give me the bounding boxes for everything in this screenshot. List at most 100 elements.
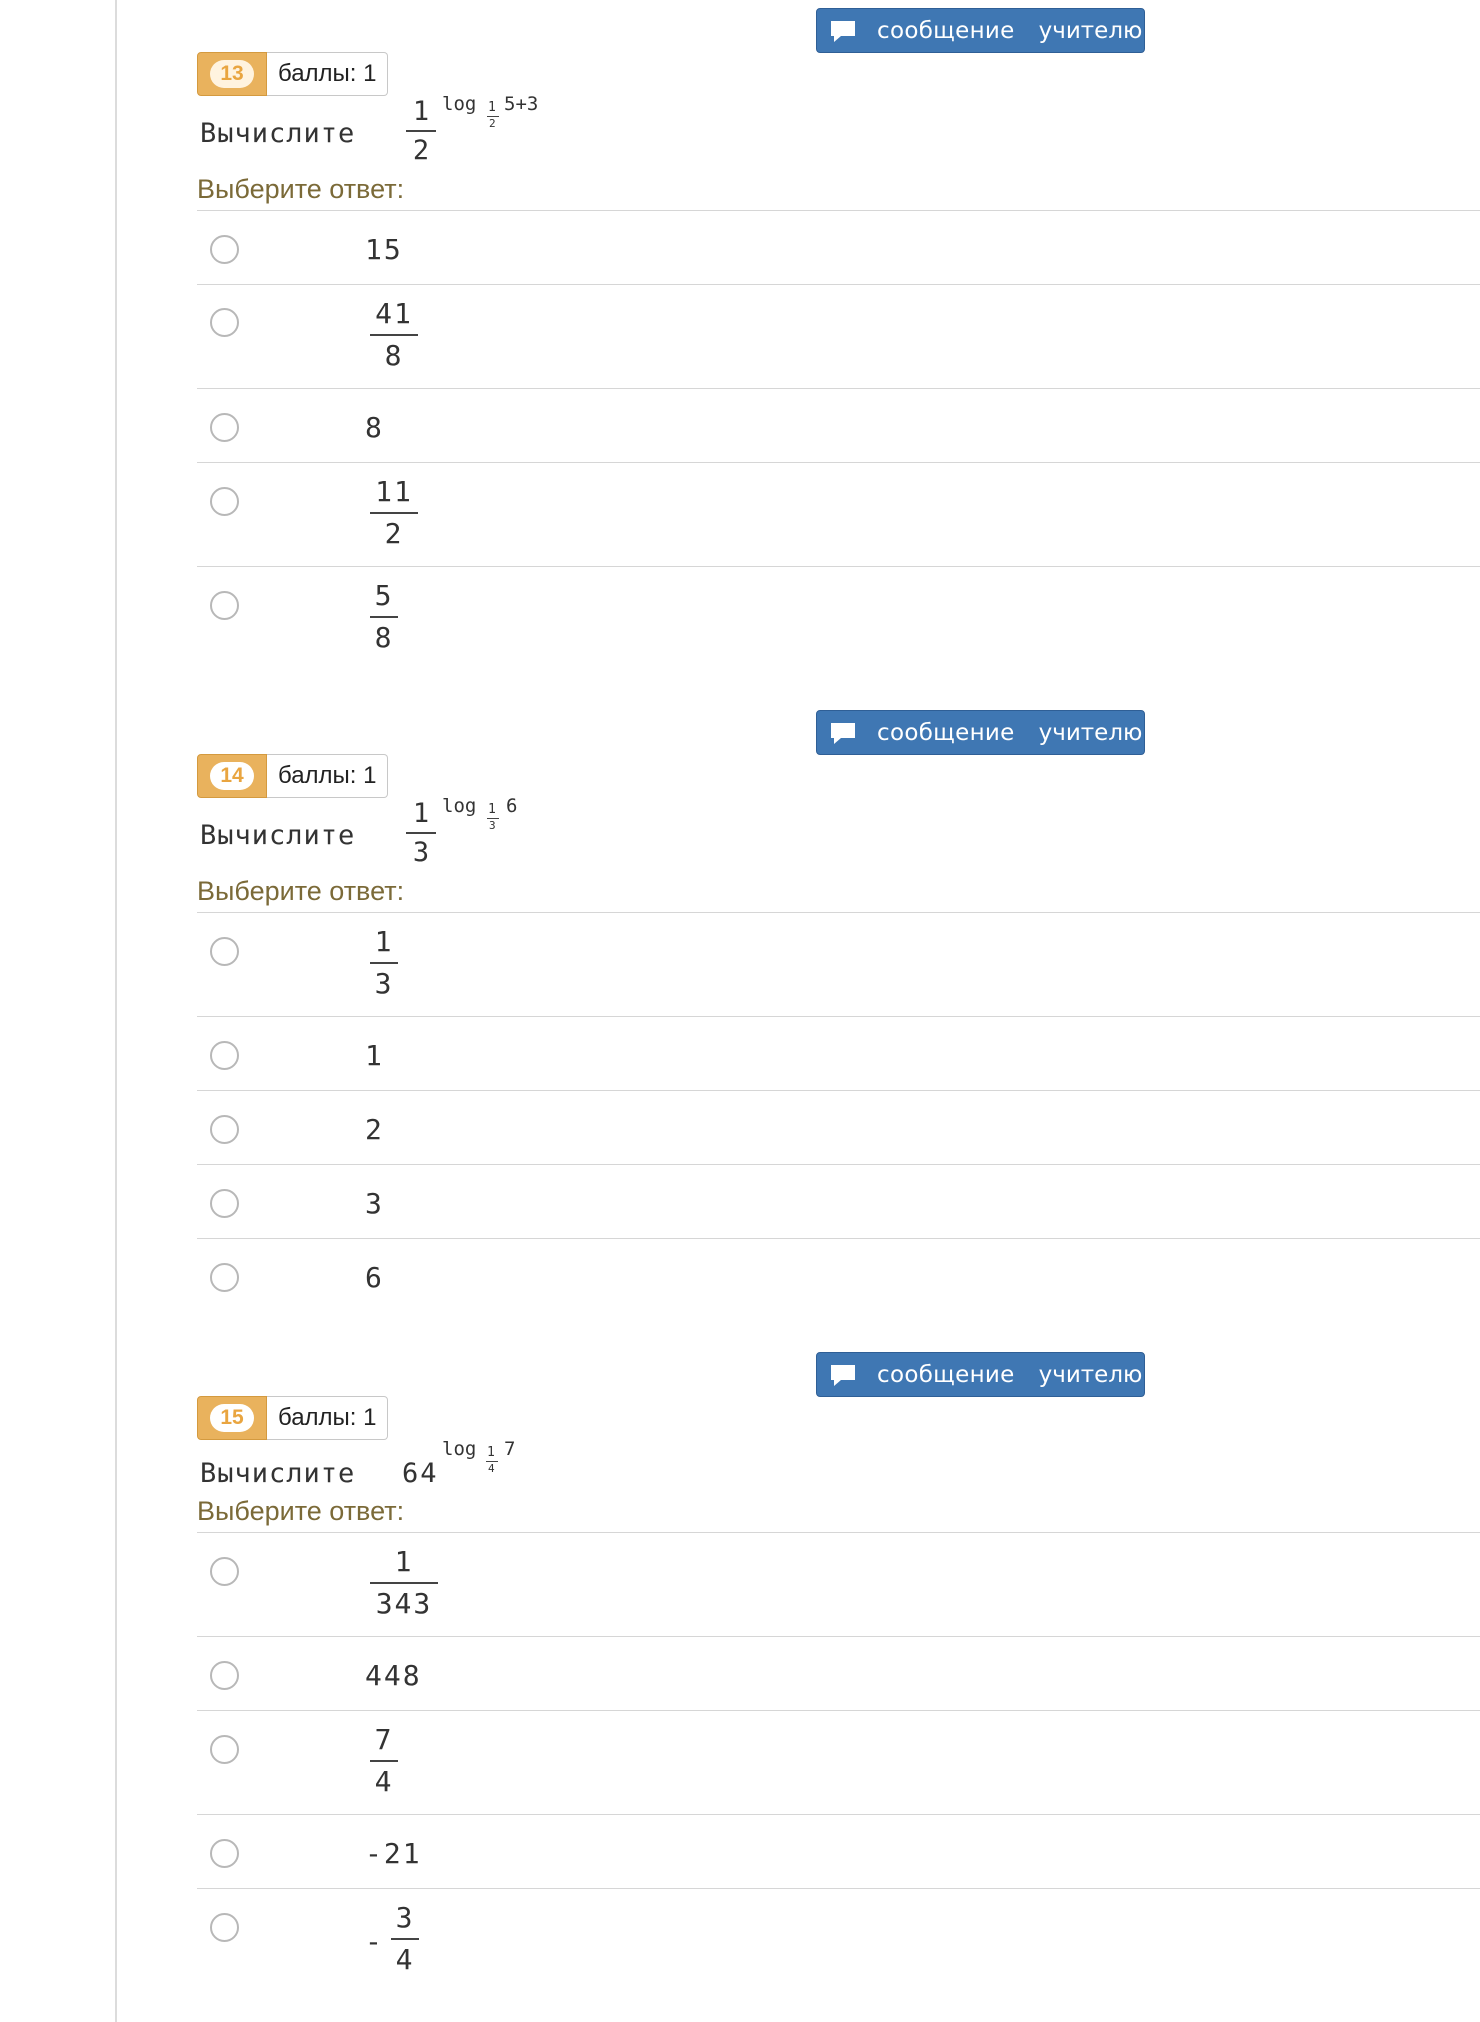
- divider: [197, 1814, 1480, 1815]
- answer-radio[interactable]: [210, 1115, 239, 1144]
- answer-radio[interactable]: [210, 1041, 239, 1070]
- message-button-word-2: учителю: [1038, 1361, 1143, 1388]
- base-numerator: 1: [412, 798, 430, 829]
- base-fraction: 1 3: [406, 799, 436, 868]
- answer-radio[interactable]: [210, 1263, 239, 1292]
- answer-radio[interactable]: [210, 1557, 239, 1586]
- answer-radio[interactable]: [210, 937, 239, 966]
- answer-sign: -: [365, 1925, 382, 1958]
- message-button-word-2: учителю: [1038, 17, 1143, 44]
- answer-radio[interactable]: [210, 487, 239, 516]
- points-label: баллы: 1: [267, 52, 389, 96]
- fraction-bar: [370, 962, 398, 964]
- question-text: Вычислите: [200, 1458, 356, 1489]
- base-denominator: 3: [412, 837, 430, 868]
- divider: [197, 1090, 1480, 1091]
- points-label: баллы: 1: [267, 1396, 389, 1440]
- speech-bubble-icon: [831, 1364, 855, 1386]
- base-fraction: 1 2: [406, 97, 436, 166]
- divider: [197, 1636, 1480, 1637]
- answer-value: 6: [365, 1261, 384, 1294]
- answer-value: 3: [365, 1187, 384, 1220]
- divider: [197, 1710, 1480, 1711]
- answer-fraction: 11 2: [370, 476, 418, 550]
- answer-numerator: 1: [374, 925, 394, 958]
- fraction-bar: [370, 1760, 398, 1762]
- question-number: 15: [210, 1404, 254, 1432]
- answer-denominator: 3: [374, 967, 394, 1000]
- log-base-denominator: 2: [489, 117, 496, 130]
- log-argument: 6: [506, 795, 518, 817]
- log-argument: 5+3: [504, 93, 539, 115]
- log-base-numerator: 1: [488, 802, 496, 817]
- log-base-denominator: 3: [489, 819, 496, 832]
- answer-radio[interactable]: [210, 1735, 239, 1764]
- message-button-word-1: сообщение: [877, 719, 1015, 746]
- answer-value: -21: [365, 1837, 422, 1870]
- divider: [197, 1238, 1480, 1239]
- question-text: Вычислите: [200, 820, 356, 851]
- answer-radio[interactable]: [210, 1913, 239, 1942]
- answer-radio[interactable]: [210, 591, 239, 620]
- divider: [197, 1164, 1480, 1165]
- log-word: log: [442, 795, 477, 817]
- question-number-badge: 14: [197, 754, 267, 798]
- message-teacher-button[interactable]: сообщение учителю: [816, 710, 1145, 755]
- log-word: log: [442, 93, 477, 115]
- question-number: 14: [210, 762, 254, 790]
- choose-answer-prompt: Выберите ответ:: [197, 174, 405, 204]
- divider: [197, 388, 1480, 389]
- answer-radio[interactable]: [210, 1189, 239, 1218]
- log-base-denominator: 4: [488, 1462, 495, 1475]
- divider: [197, 912, 1480, 913]
- answer-radio[interactable]: [210, 308, 239, 337]
- answer-numerator: 5: [374, 579, 394, 612]
- choose-answer-prompt: Выберите ответ:: [197, 876, 405, 906]
- answer-value: 8: [365, 411, 384, 444]
- answer-fraction: 5 8: [370, 580, 398, 654]
- question-number: 13: [210, 60, 254, 88]
- question-header: 13 баллы: 1: [197, 52, 389, 96]
- base-denominator: 2: [412, 135, 430, 166]
- message-teacher-button[interactable]: сообщение учителю: [816, 1352, 1145, 1397]
- question-number-badge: 13: [197, 52, 267, 96]
- log-base-numerator: 1: [487, 1445, 495, 1460]
- answer-numerator: 11: [375, 475, 413, 508]
- log-word: log: [442, 1438, 477, 1460]
- answer-denominator: 8: [374, 621, 394, 654]
- divider: [197, 1016, 1480, 1017]
- answer-radio[interactable]: [210, 413, 239, 442]
- answer-fraction: 3 4: [391, 1902, 419, 1976]
- message-button-word-1: сообщение: [877, 1361, 1015, 1388]
- answer-radio[interactable]: [210, 1661, 239, 1690]
- answer-fraction: 1 343: [370, 1546, 438, 1620]
- message-teacher-button[interactable]: сообщение учителю: [816, 8, 1145, 53]
- question-header: 14 баллы: 1: [197, 754, 389, 798]
- divider: [197, 1888, 1480, 1889]
- fraction-bar: [406, 130, 436, 132]
- question-number-badge: 15: [197, 1396, 267, 1440]
- answer-radio[interactable]: [210, 1839, 239, 1868]
- answer-fraction: 41 8: [370, 298, 418, 372]
- message-button-word-1: сообщение: [877, 17, 1015, 44]
- choose-answer-prompt: Выберите ответ:: [197, 1496, 405, 1526]
- answer-denominator: 8: [384, 339, 404, 372]
- fraction-bar: [406, 832, 436, 834]
- base-numerator: 1: [412, 96, 430, 127]
- divider: [197, 1532, 1480, 1533]
- base-value: 64: [402, 1458, 439, 1489]
- answer-denominator: 4: [395, 1943, 415, 1976]
- answer-denominator: 4: [374, 1765, 394, 1798]
- page-left-border: [115, 0, 117, 2022]
- answer-radio[interactable]: [210, 235, 239, 264]
- log-base-numerator: 1: [488, 100, 496, 115]
- answer-fraction: 7 4: [370, 1724, 398, 1798]
- answer-value: 15: [365, 233, 403, 266]
- points-label: баллы: 1: [267, 754, 389, 798]
- fraction-bar: [370, 1582, 438, 1584]
- log-argument: 7: [504, 1438, 516, 1460]
- answer-value: 2: [365, 1113, 384, 1146]
- speech-bubble-icon: [831, 722, 855, 744]
- answer-value: 1: [365, 1039, 384, 1072]
- answer-denominator: 343: [375, 1587, 433, 1620]
